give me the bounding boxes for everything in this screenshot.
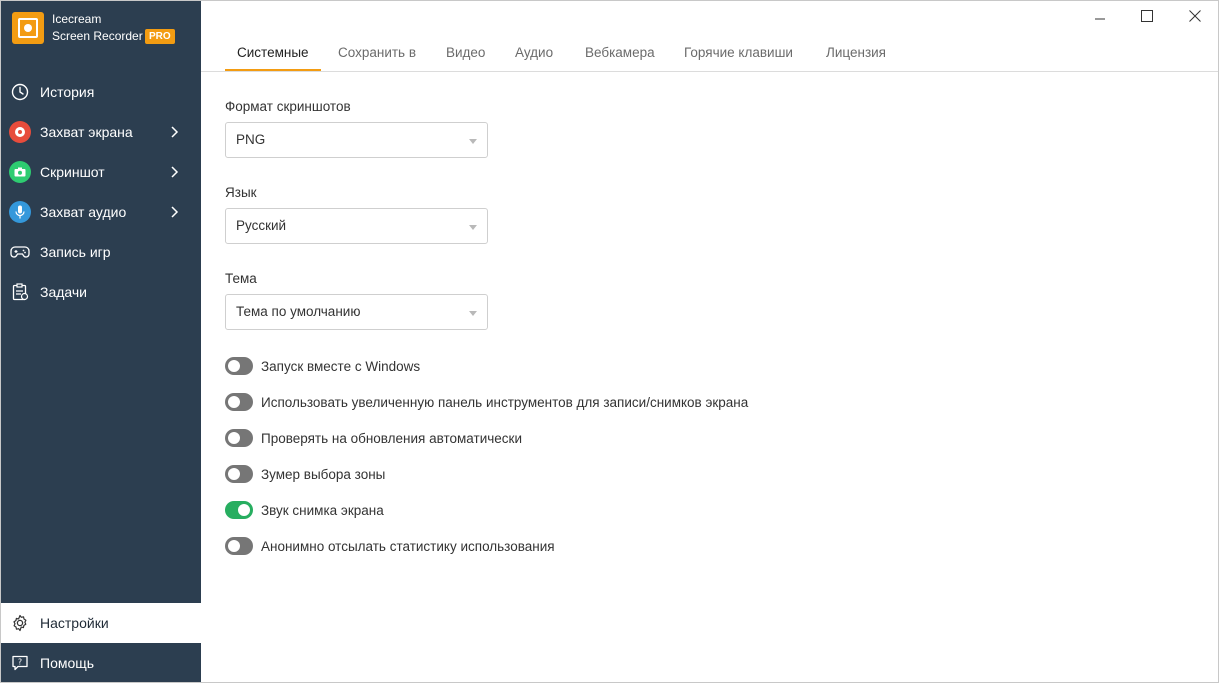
toggle-row-auto-updates: Проверять на обновления автоматически: [225, 428, 522, 448]
screenshot-sound-toggle[interactable]: [225, 501, 253, 519]
toggle-label: Использовать увеличенную панель инструме…: [261, 394, 749, 410]
settings-tabs: Системные Сохранить в Видео Аудио Вебкам…: [201, 36, 1218, 72]
tab-audio[interactable]: Аудио: [503, 36, 565, 71]
tab-hotkeys[interactable]: Горячие клавиши: [672, 36, 805, 71]
dropdown-arrow-icon: [469, 311, 477, 316]
app-logo-icon: [12, 12, 44, 44]
sidebar: Icecream Screen Recorder PRO История Зах…: [0, 0, 201, 683]
dropdown-arrow-icon: [469, 139, 477, 144]
pro-badge: PRO: [145, 29, 175, 44]
sidebar-item-help[interactable]: ? Помощь: [0, 643, 201, 683]
toggle-label: Анонимно отсылать статистику использован…: [261, 538, 555, 554]
screenshot-format-select[interactable]: PNG: [225, 122, 488, 158]
camera-icon: [9, 161, 31, 183]
app-name: Icecream: [52, 12, 102, 26]
sidebar-item-game-recording[interactable]: Запись игр: [0, 232, 201, 272]
sidebar-item-label: Запись игр: [40, 244, 111, 260]
screenshot-format-label: Формат скриншотов: [225, 99, 351, 114]
tab-system[interactable]: Системные: [225, 36, 321, 71]
toggle-label: Зумер выбора зоны: [261, 466, 386, 482]
start-with-windows-toggle[interactable]: [225, 357, 253, 375]
sidebar-item-screen-capture[interactable]: Захват экрана: [0, 112, 201, 152]
sidebar-item-tasks[interactable]: Задачи: [0, 272, 201, 312]
app-brand: Icecream Screen Recorder PRO: [0, 0, 201, 62]
toggle-row-anonymous-stats: Анонимно отсылать статистику использован…: [225, 536, 555, 556]
sidebar-item-label: Задачи: [40, 284, 88, 300]
minimize-icon: [1095, 18, 1105, 20]
anonymous-stats-toggle[interactable]: [225, 537, 253, 555]
language-select[interactable]: Русский: [225, 208, 488, 244]
sidebar-item-settings[interactable]: Настройки: [0, 603, 201, 643]
chevron-right-icon: [171, 166, 179, 178]
minimize-button[interactable]: [1086, 4, 1114, 28]
sidebar-item-screenshot[interactable]: Скриншот: [0, 152, 201, 192]
sidebar-item-audio-capture[interactable]: Захват аудио: [0, 192, 201, 232]
tab-video[interactable]: Видео: [434, 36, 497, 71]
tab-license[interactable]: Лицензия: [814, 36, 898, 71]
maximize-icon: [1141, 10, 1153, 22]
auto-updates-toggle[interactable]: [225, 429, 253, 447]
select-value: PNG: [236, 132, 266, 147]
gear-icon: [9, 612, 31, 634]
sidebar-item-history[interactable]: История: [0, 72, 201, 112]
sidebar-item-label: Захват экрана: [40, 124, 133, 140]
sidebar-item-label: Помощь: [40, 655, 95, 671]
toggle-label: Запуск вместе с Windows: [261, 358, 421, 374]
toggle-row-large-toolbar: Использовать увеличенную панель инструме…: [225, 392, 748, 412]
sidebar-item-label: Скриншот: [40, 164, 105, 180]
theme-select[interactable]: Тема по умолчанию: [225, 294, 488, 330]
large-toolbar-toggle[interactable]: [225, 393, 253, 411]
tasks-icon: [9, 281, 31, 303]
record-icon: [9, 121, 31, 143]
zone-zoomer-toggle[interactable]: [225, 465, 253, 483]
close-button[interactable]: [1181, 4, 1209, 28]
dropdown-arrow-icon: [469, 225, 477, 230]
clock-icon: [9, 81, 31, 103]
toggle-row-zone-zoomer: Зумер выбора зоны: [225, 464, 385, 484]
chevron-right-icon: [171, 206, 179, 218]
tab-webcam[interactable]: Вебкамера: [573, 36, 667, 71]
select-value: Русский: [236, 218, 287, 233]
sidebar-item-label: Настройки: [40, 615, 109, 631]
help-icon: ?: [9, 652, 31, 674]
toggle-label: Звук снимка экрана: [261, 502, 384, 518]
tab-save-to[interactable]: Сохранить в: [326, 36, 428, 71]
theme-label: Тема: [225, 271, 257, 286]
svg-text:?: ?: [18, 658, 22, 667]
app-name-product: Screen Recorder: [52, 29, 143, 43]
select-value: Тема по умолчанию: [236, 304, 361, 319]
language-label: Язык: [225, 185, 257, 200]
toggle-row-start-with-windows: Запуск вместе с Windows: [225, 356, 420, 376]
maximize-button[interactable]: [1133, 4, 1161, 28]
microphone-icon: [9, 201, 31, 223]
close-icon: [1189, 10, 1201, 22]
chevron-right-icon: [171, 126, 179, 138]
sidebar-item-label: Захват аудио: [40, 204, 127, 220]
toggle-label: Проверять на обновления автоматически: [261, 430, 522, 446]
gamepad-icon: [9, 241, 31, 263]
sidebar-item-label: История: [40, 84, 95, 100]
toggle-row-screenshot-sound: Звук снимка экрана: [225, 500, 384, 520]
